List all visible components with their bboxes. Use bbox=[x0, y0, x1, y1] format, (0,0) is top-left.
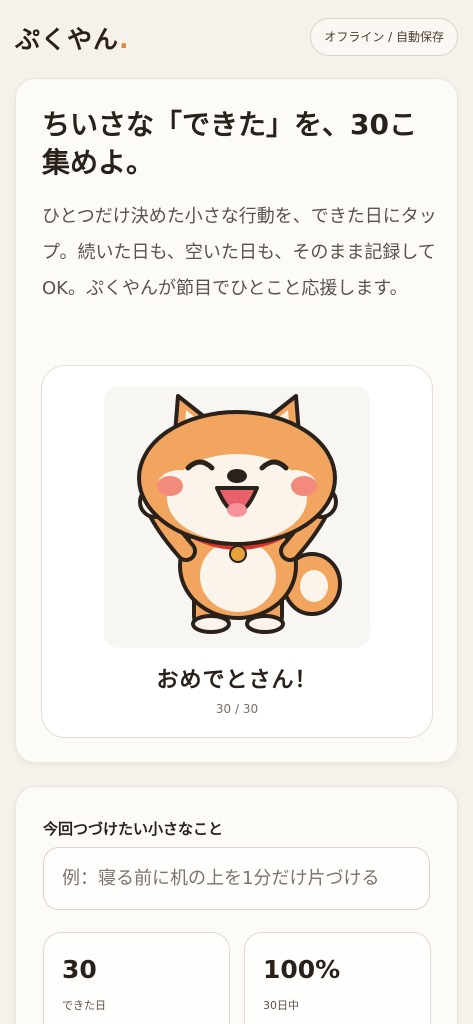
stat-completion-rate: 100% 30日中 bbox=[244, 932, 431, 1024]
goal-input[interactable] bbox=[43, 847, 430, 910]
mascot-panel: おめでとさん！ 30 / 30 bbox=[41, 365, 433, 738]
save-status-badge: オフライン / 自動保存 bbox=[310, 18, 458, 56]
logo-text: ぷくやん bbox=[15, 25, 120, 54]
stat-label: 30日中 bbox=[263, 999, 299, 1012]
hero-title: ちいさな「できた」を、30こ集めよ。 bbox=[42, 108, 417, 179]
stat-value: 100% bbox=[263, 955, 341, 984]
logo-dot: . bbox=[119, 25, 130, 54]
mascot-caption: おめでとさん！ bbox=[156, 668, 318, 693]
stat-done-days: 30 できた日 bbox=[43, 932, 230, 1024]
progress-count: 30 / 30 bbox=[215, 702, 259, 716]
stat-value: 30 bbox=[62, 955, 97, 984]
hero-card: ちいさな「できた」を、30こ集めよ。 ひとつだけ決めた小さな行動を、できた日にタ… bbox=[15, 78, 458, 763]
app-logo[interactable]: ぷくやん. bbox=[15, 20, 130, 56]
goal-card: 今回つづけたい小さなこと 30 できた日 100% 30日中 bbox=[15, 786, 458, 1024]
goal-input-label: 今回つづけたい小さなこと bbox=[43, 820, 224, 838]
shiba-dog-cheering-icon bbox=[137, 394, 342, 634]
stat-label: できた日 bbox=[62, 999, 106, 1012]
hero-description: ひとつだけ決めた小さな行動を、できた日にタップ。続いた日も、空いた日も、そのまま… bbox=[42, 206, 437, 299]
app-header: ぷくやん. オフライン / 自動保存 bbox=[0, 0, 473, 76]
